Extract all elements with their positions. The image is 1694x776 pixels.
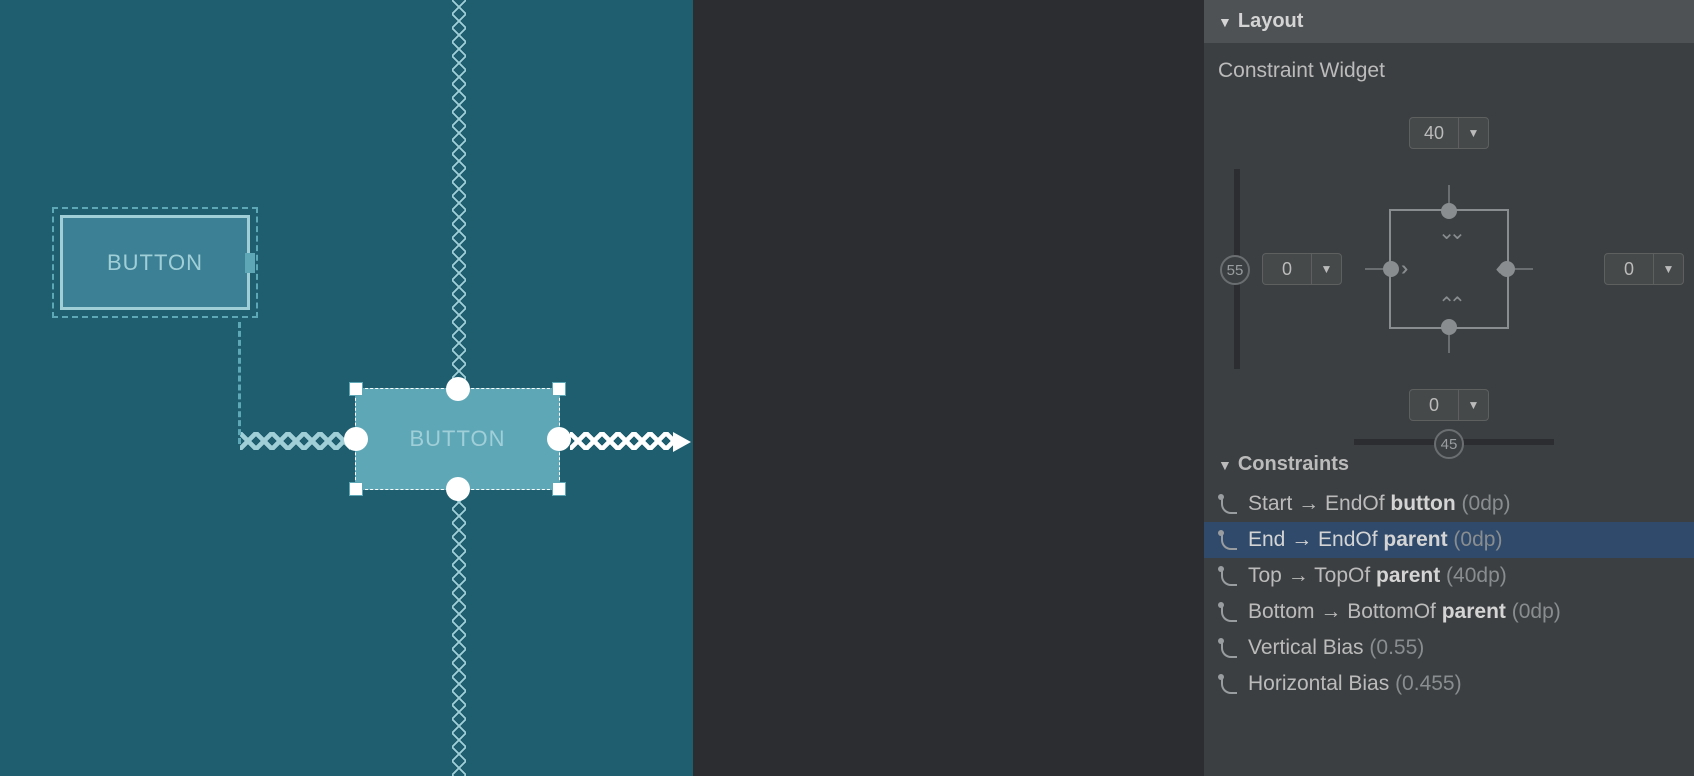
constraint-icon: [1218, 602, 1238, 622]
constraint-row[interactable]: End → EndOf parent (0dp): [1204, 522, 1694, 558]
constraint-row[interactable]: Horizontal Bias (0.455): [1204, 666, 1694, 702]
disclosure-triangle-icon: ▼: [1218, 457, 1232, 473]
layout-section-header[interactable]: ▼ Layout: [1204, 0, 1694, 43]
margin-top-input[interactable]: 40 ▼: [1409, 117, 1489, 149]
anchor-dot-icon[interactable]: [1441, 319, 1457, 335]
margin-value: 0: [1410, 390, 1458, 420]
constraint-spring-top: [452, 0, 466, 390]
resize-handle-icon[interactable]: [349, 382, 363, 396]
margin-value: 0: [1263, 254, 1311, 284]
resize-handle-icon[interactable]: [349, 482, 363, 496]
constraint-icon: [1218, 494, 1238, 514]
editor-empty-area: [693, 0, 1204, 776]
chevron-down-icon[interactable]: ▼: [1458, 390, 1488, 420]
chevron-left-icon: ‹‹: [1496, 259, 1497, 279]
connector-line: [1448, 185, 1450, 203]
constraint-anchor-icon[interactable]: [446, 477, 470, 501]
resize-handle-icon[interactable]: [552, 382, 566, 396]
button-widget-2-selected[interactable]: BUTTON: [355, 388, 560, 490]
button-label: BUTTON: [409, 426, 505, 452]
constraint-icon: [1218, 638, 1238, 658]
constraint-text: Top → TopOf parent (40dp): [1248, 564, 1507, 588]
margin-left-input[interactable]: 0 ▼: [1262, 253, 1342, 285]
horizontal-bias-value[interactable]: 45: [1434, 429, 1464, 459]
constraint-widget-label: Constraint Widget: [1204, 43, 1694, 89]
chevron-down-icon: ⌄⌄: [1438, 223, 1460, 243]
anchor-dot-icon[interactable]: [1499, 261, 1515, 277]
margin-value: 40: [1410, 118, 1458, 148]
constraint-row[interactable]: Bottom → BottomOf parent (0dp): [1204, 594, 1694, 630]
chevron-down-icon[interactable]: ▼: [1653, 254, 1683, 284]
button-widget-1[interactable]: BUTTON: [60, 215, 250, 310]
margin-right-input[interactable]: 0 ▼: [1604, 253, 1684, 285]
section-title: Constraints: [1238, 453, 1349, 476]
design-canvas[interactable]: BUTTON BUTTON: [0, 0, 693, 776]
constraints-list: Start → EndOf button (0dp) End → EndOf pa…: [1204, 486, 1694, 702]
constraint-anchor-icon[interactable]: [446, 377, 470, 401]
chevron-down-icon[interactable]: ▼: [1311, 254, 1341, 284]
connector-line: [1515, 268, 1533, 270]
constraint-text: End → EndOf parent (0dp): [1248, 528, 1502, 552]
constraint-inner-box[interactable]: ⌄⌄ ⌃⌃ ›› ‹‹: [1389, 209, 1509, 329]
constraint-anchor-icon[interactable]: [344, 427, 368, 451]
constraint-text: Horizontal Bias (0.455): [1248, 672, 1462, 696]
margin-value: 0: [1605, 254, 1653, 284]
connector-line: [1448, 335, 1450, 353]
arrow-right-icon: [673, 432, 691, 452]
constraint-widget[interactable]: 55 40 ▼ 0 ▼ 0 ▼ 0 ▼ ⌄⌄ ⌃⌃ ››: [1204, 89, 1694, 449]
disclosure-triangle-icon: ▼: [1218, 14, 1232, 30]
constraint-row[interactable]: Vertical Bias (0.55): [1204, 630, 1694, 666]
constraint-spring-end: [570, 432, 675, 450]
constraint-row[interactable]: Start → EndOf button (0dp): [1204, 486, 1694, 522]
constraint-text: Bottom → BottomOf parent (0dp): [1248, 600, 1561, 624]
chevron-up-icon: ⌃⌃: [1438, 295, 1460, 315]
anchor-handle-icon[interactable]: [245, 253, 255, 273]
constraint-spring-start: [240, 432, 350, 450]
constraint-guide-dash: [238, 322, 241, 444]
button-label: BUTTON: [107, 250, 203, 276]
chevron-down-icon[interactable]: ▼: [1458, 118, 1488, 148]
constraint-spring-bottom: [452, 495, 466, 776]
anchor-dot-icon[interactable]: [1441, 203, 1457, 219]
vertical-bias-value[interactable]: 55: [1220, 255, 1250, 285]
constraint-icon: [1218, 566, 1238, 586]
chevron-right-icon: ››: [1401, 259, 1402, 279]
constraint-icon: [1218, 530, 1238, 550]
connector-line: [1365, 268, 1383, 270]
constraint-anchor-icon[interactable]: [547, 427, 571, 451]
constraint-icon: [1218, 674, 1238, 694]
constraint-text: Vertical Bias (0.55): [1248, 636, 1424, 660]
attributes-panel: ▼ Layout Constraint Widget 55 40 ▼ 0 ▼ 0…: [1204, 0, 1694, 776]
constraint-row[interactable]: Top → TopOf parent (40dp): [1204, 558, 1694, 594]
constraint-text: Start → EndOf button (0dp): [1248, 492, 1511, 516]
margin-bottom-input[interactable]: 0 ▼: [1409, 389, 1489, 421]
resize-handle-icon[interactable]: [552, 482, 566, 496]
section-title: Layout: [1238, 10, 1304, 33]
anchor-dot-icon[interactable]: [1383, 261, 1399, 277]
